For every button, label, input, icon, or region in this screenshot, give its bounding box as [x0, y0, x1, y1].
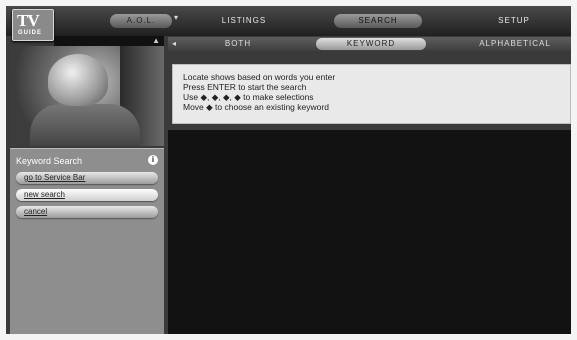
scroll-up-icon[interactable]: ▲	[152, 36, 160, 45]
cancel-button[interactable]: cancel	[16, 206, 158, 218]
instruction-line: Use ◆, ◆, ◆, ◆ to make selections	[183, 92, 314, 102]
nav-tab-listings[interactable]: LISTINGS	[204, 14, 284, 28]
tv-guide-screen: A.O.L. ▾ LISTINGS SEARCH SETUP TV GUIDE …	[6, 6, 571, 334]
help-icon[interactable]: i	[148, 155, 158, 165]
preview-figure-body	[30, 104, 140, 146]
search-mode-tabs: ◂ BOTH KEYWORD ALPHABETICAL	[168, 37, 571, 51]
instruction-line: Press ENTER to start the search	[183, 82, 307, 92]
instructions-box: Locate shows based on words you enter Pr…	[172, 64, 571, 124]
top-nav-bar: A.O.L. ▾ LISTINGS SEARCH SETUP	[6, 6, 571, 36]
tab-keyword[interactable]: KEYWORD	[316, 38, 426, 50]
nav-tab-search[interactable]: SEARCH	[334, 14, 422, 28]
nav-tab-aol[interactable]: A.O.L.	[110, 14, 172, 28]
tab-both[interactable]: BOTH	[208, 37, 268, 51]
nav-tab-setup[interactable]: SETUP	[484, 14, 544, 28]
preview-figure-helmet	[48, 54, 108, 106]
instruction-line: Locate shows based on words you enter	[183, 72, 336, 82]
tv-guide-logo: TV GUIDE	[12, 9, 54, 41]
results-area	[168, 130, 571, 334]
instruction-line: Move ◆ to choose an existing keyword	[183, 102, 329, 112]
video-preview[interactable]	[10, 46, 164, 146]
logo-tv-text: TV	[17, 11, 40, 30]
tab-alphabetical[interactable]: ALPHABETICAL	[460, 37, 570, 51]
go-to-service-bar-button[interactable]: go to Service Bar	[16, 172, 158, 184]
chevron-down-icon[interactable]: ▾	[174, 13, 178, 22]
preview-header-bar: ▲	[54, 36, 164, 46]
panel-title: Keyword Search	[16, 156, 83, 166]
left-arrow-icon[interactable]: ◂	[172, 37, 176, 51]
new-search-button[interactable]: new search	[16, 189, 158, 201]
keyword-search-panel: Keyword Search i go to Service Bar new s…	[10, 148, 164, 334]
logo-guide-text: GUIDE	[18, 30, 43, 36]
